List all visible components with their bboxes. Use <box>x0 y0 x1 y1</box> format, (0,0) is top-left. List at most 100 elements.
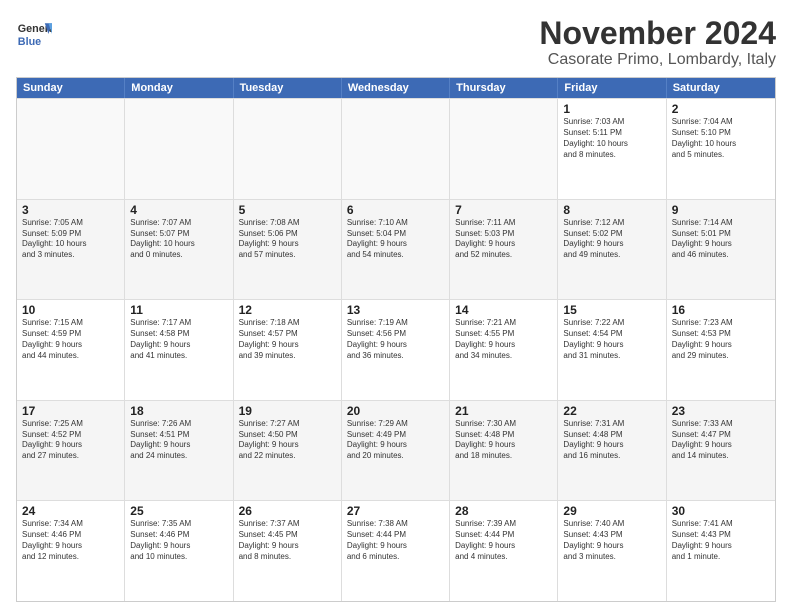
day-number: 11 <box>130 303 227 317</box>
day-number: 5 <box>239 203 336 217</box>
header: General Blue November 2024 Casorate Prim… <box>16 16 776 69</box>
calendar: SundayMondayTuesdayWednesdayThursdayFrid… <box>16 77 776 602</box>
main-title: November 2024 <box>539 16 776 51</box>
empty-cell <box>17 99 125 199</box>
cell-info: Sunrise: 7:41 AM Sunset: 4:43 PM Dayligh… <box>672 519 770 562</box>
day-number: 30 <box>672 504 770 518</box>
calendar-row-0: 1Sunrise: 7:03 AM Sunset: 5:11 PM Daylig… <box>17 98 775 199</box>
cell-info: Sunrise: 7:40 AM Sunset: 4:43 PM Dayligh… <box>563 519 660 562</box>
day-cell-8: 8Sunrise: 7:12 AM Sunset: 5:02 PM Daylig… <box>558 200 666 300</box>
header-day-sunday: Sunday <box>17 78 125 98</box>
day-number: 18 <box>130 404 227 418</box>
day-number: 15 <box>563 303 660 317</box>
cell-info: Sunrise: 7:35 AM Sunset: 4:46 PM Dayligh… <box>130 519 227 562</box>
cell-info: Sunrise: 7:22 AM Sunset: 4:54 PM Dayligh… <box>563 318 660 361</box>
day-number: 21 <box>455 404 552 418</box>
cell-info: Sunrise: 7:19 AM Sunset: 4:56 PM Dayligh… <box>347 318 444 361</box>
day-number: 1 <box>563 102 660 116</box>
cell-info: Sunrise: 7:29 AM Sunset: 4:49 PM Dayligh… <box>347 419 444 462</box>
cell-info: Sunrise: 7:31 AM Sunset: 4:48 PM Dayligh… <box>563 419 660 462</box>
day-cell-30: 30Sunrise: 7:41 AM Sunset: 4:43 PM Dayli… <box>667 501 775 601</box>
cell-info: Sunrise: 7:18 AM Sunset: 4:57 PM Dayligh… <box>239 318 336 361</box>
day-number: 7 <box>455 203 552 217</box>
calendar-body: 1Sunrise: 7:03 AM Sunset: 5:11 PM Daylig… <box>17 98 775 601</box>
cell-info: Sunrise: 7:23 AM Sunset: 4:53 PM Dayligh… <box>672 318 770 361</box>
day-number: 28 <box>455 504 552 518</box>
day-cell-17: 17Sunrise: 7:25 AM Sunset: 4:52 PM Dayli… <box>17 401 125 501</box>
cell-info: Sunrise: 7:04 AM Sunset: 5:10 PM Dayligh… <box>672 117 770 160</box>
cell-info: Sunrise: 7:08 AM Sunset: 5:06 PM Dayligh… <box>239 218 336 261</box>
day-cell-2: 2Sunrise: 7:04 AM Sunset: 5:10 PM Daylig… <box>667 99 775 199</box>
day-cell-6: 6Sunrise: 7:10 AM Sunset: 5:04 PM Daylig… <box>342 200 450 300</box>
day-number: 27 <box>347 504 444 518</box>
calendar-header: SundayMondayTuesdayWednesdayThursdayFrid… <box>17 78 775 98</box>
day-number: 4 <box>130 203 227 217</box>
calendar-row-2: 10Sunrise: 7:15 AM Sunset: 4:59 PM Dayli… <box>17 299 775 400</box>
day-number: 6 <box>347 203 444 217</box>
cell-info: Sunrise: 7:37 AM Sunset: 4:45 PM Dayligh… <box>239 519 336 562</box>
day-cell-26: 26Sunrise: 7:37 AM Sunset: 4:45 PM Dayli… <box>234 501 342 601</box>
header-day-friday: Friday <box>558 78 666 98</box>
day-cell-5: 5Sunrise: 7:08 AM Sunset: 5:06 PM Daylig… <box>234 200 342 300</box>
day-cell-21: 21Sunrise: 7:30 AM Sunset: 4:48 PM Dayli… <box>450 401 558 501</box>
cell-info: Sunrise: 7:38 AM Sunset: 4:44 PM Dayligh… <box>347 519 444 562</box>
cell-info: Sunrise: 7:26 AM Sunset: 4:51 PM Dayligh… <box>130 419 227 462</box>
empty-cell <box>450 99 558 199</box>
day-number: 16 <box>672 303 770 317</box>
cell-info: Sunrise: 7:10 AM Sunset: 5:04 PM Dayligh… <box>347 218 444 261</box>
day-cell-22: 22Sunrise: 7:31 AM Sunset: 4:48 PM Dayli… <box>558 401 666 501</box>
page: General Blue November 2024 Casorate Prim… <box>0 0 792 612</box>
header-day-thursday: Thursday <box>450 78 558 98</box>
day-number: 2 <box>672 102 770 116</box>
cell-info: Sunrise: 7:30 AM Sunset: 4:48 PM Dayligh… <box>455 419 552 462</box>
day-cell-28: 28Sunrise: 7:39 AM Sunset: 4:44 PM Dayli… <box>450 501 558 601</box>
day-number: 9 <box>672 203 770 217</box>
header-day-wednesday: Wednesday <box>342 78 450 98</box>
day-number: 17 <box>22 404 119 418</box>
day-cell-27: 27Sunrise: 7:38 AM Sunset: 4:44 PM Dayli… <box>342 501 450 601</box>
day-number: 14 <box>455 303 552 317</box>
day-cell-11: 11Sunrise: 7:17 AM Sunset: 4:58 PM Dayli… <box>125 300 233 400</box>
day-number: 25 <box>130 504 227 518</box>
calendar-row-4: 24Sunrise: 7:34 AM Sunset: 4:46 PM Dayli… <box>17 500 775 601</box>
empty-cell <box>342 99 450 199</box>
day-cell-9: 9Sunrise: 7:14 AM Sunset: 5:01 PM Daylig… <box>667 200 775 300</box>
day-cell-20: 20Sunrise: 7:29 AM Sunset: 4:49 PM Dayli… <box>342 401 450 501</box>
day-cell-1: 1Sunrise: 7:03 AM Sunset: 5:11 PM Daylig… <box>558 99 666 199</box>
day-cell-16: 16Sunrise: 7:23 AM Sunset: 4:53 PM Dayli… <box>667 300 775 400</box>
empty-cell <box>125 99 233 199</box>
day-cell-12: 12Sunrise: 7:18 AM Sunset: 4:57 PM Dayli… <box>234 300 342 400</box>
cell-info: Sunrise: 7:11 AM Sunset: 5:03 PM Dayligh… <box>455 218 552 261</box>
day-number: 29 <box>563 504 660 518</box>
day-cell-7: 7Sunrise: 7:11 AM Sunset: 5:03 PM Daylig… <box>450 200 558 300</box>
day-cell-15: 15Sunrise: 7:22 AM Sunset: 4:54 PM Dayli… <box>558 300 666 400</box>
cell-info: Sunrise: 7:05 AM Sunset: 5:09 PM Dayligh… <box>22 218 119 261</box>
empty-cell <box>234 99 342 199</box>
calendar-row-1: 3Sunrise: 7:05 AM Sunset: 5:09 PM Daylig… <box>17 199 775 300</box>
day-number: 13 <box>347 303 444 317</box>
day-cell-29: 29Sunrise: 7:40 AM Sunset: 4:43 PM Dayli… <box>558 501 666 601</box>
day-cell-23: 23Sunrise: 7:33 AM Sunset: 4:47 PM Dayli… <box>667 401 775 501</box>
cell-info: Sunrise: 7:27 AM Sunset: 4:50 PM Dayligh… <box>239 419 336 462</box>
logo-icon: General Blue <box>16 16 52 52</box>
day-number: 12 <box>239 303 336 317</box>
day-number: 20 <box>347 404 444 418</box>
subtitle: Casorate Primo, Lombardy, Italy <box>539 51 776 69</box>
cell-info: Sunrise: 7:15 AM Sunset: 4:59 PM Dayligh… <box>22 318 119 361</box>
cell-info: Sunrise: 7:17 AM Sunset: 4:58 PM Dayligh… <box>130 318 227 361</box>
cell-info: Sunrise: 7:25 AM Sunset: 4:52 PM Dayligh… <box>22 419 119 462</box>
header-day-saturday: Saturday <box>667 78 775 98</box>
calendar-row-3: 17Sunrise: 7:25 AM Sunset: 4:52 PM Dayli… <box>17 400 775 501</box>
day-number: 10 <box>22 303 119 317</box>
title-block: November 2024 Casorate Primo, Lombardy, … <box>539 16 776 69</box>
cell-info: Sunrise: 7:03 AM Sunset: 5:11 PM Dayligh… <box>563 117 660 160</box>
day-number: 26 <box>239 504 336 518</box>
day-number: 23 <box>672 404 770 418</box>
day-number: 3 <box>22 203 119 217</box>
day-cell-4: 4Sunrise: 7:07 AM Sunset: 5:07 PM Daylig… <box>125 200 233 300</box>
day-cell-24: 24Sunrise: 7:34 AM Sunset: 4:46 PM Dayli… <box>17 501 125 601</box>
cell-info: Sunrise: 7:39 AM Sunset: 4:44 PM Dayligh… <box>455 519 552 562</box>
svg-text:Blue: Blue <box>18 36 41 48</box>
day-cell-10: 10Sunrise: 7:15 AM Sunset: 4:59 PM Dayli… <box>17 300 125 400</box>
logo: General Blue <box>16 16 52 52</box>
